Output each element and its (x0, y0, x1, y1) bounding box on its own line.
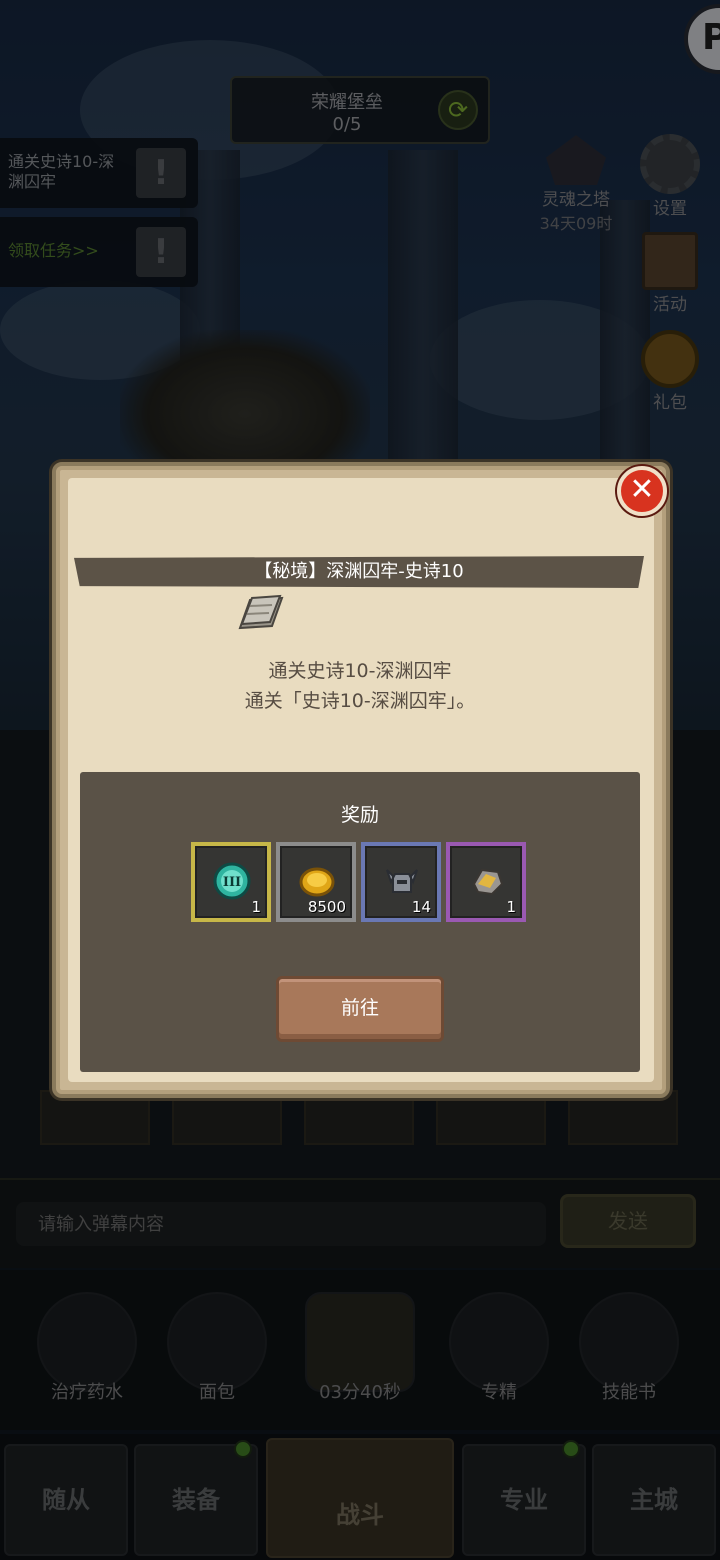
reward-qty: 8500 (307, 898, 346, 916)
reward-qty: 1 (251, 898, 261, 916)
reward-qty: 1 (506, 898, 516, 916)
reward-slot[interactable]: 1 (446, 842, 526, 922)
go-button[interactable]: 前往 (276, 976, 444, 1042)
quest-detail: 通关「史诗10-深渊囚牢」。 (244, 690, 476, 712)
gold-coin-icon (299, 867, 335, 897)
reward-panel: 奖励 III 1 8500 14 1 前往 (80, 772, 640, 1072)
book-icon (238, 594, 284, 630)
helmet-icon (386, 869, 418, 893)
reward-slot[interactable]: III 1 (191, 842, 271, 922)
reward-slot[interactable]: 8500 (276, 842, 356, 922)
reward-title: 奖励 (340, 804, 379, 826)
reward-slot[interactable]: 14 (361, 842, 441, 922)
reward-qty: 14 (411, 898, 431, 916)
svg-text:III: III (223, 875, 241, 890)
quest-name: 通关史诗10-深渊囚牢 (268, 660, 452, 682)
gem-III-icon: III (213, 862, 251, 900)
gauntlet-icon (472, 868, 504, 896)
quest-description: 通关史诗10-深渊囚牢 通关「史诗10-深渊囚牢」。 (80, 656, 640, 716)
close-icon[interactable]: ✕ (617, 466, 667, 516)
modal-title: 【秘境】深渊囚牢-史诗10 (74, 556, 644, 588)
